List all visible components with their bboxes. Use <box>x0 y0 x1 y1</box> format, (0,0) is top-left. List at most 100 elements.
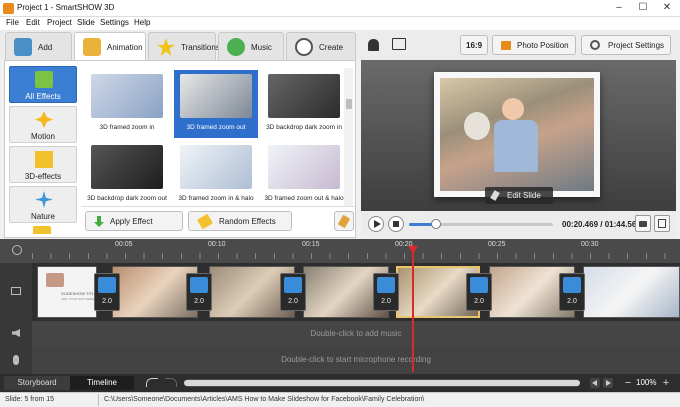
audio-track-hint: Double-click to add music <box>310 329 402 338</box>
audio-track[interactable]: Double-click to add music <box>32 321 680 346</box>
scroll-left-button[interactable] <box>590 378 600 388</box>
transition-icon <box>377 277 395 293</box>
ruler-tick: 00:30 <box>581 241 599 248</box>
fullscreen-button[interactable] <box>654 215 670 232</box>
star-icon <box>157 38 175 56</box>
move-arrows-icon <box>35 111 53 128</box>
snowflake-icon <box>35 191 53 208</box>
menu-file[interactable]: File <box>6 18 19 27</box>
music-note-icon <box>227 38 245 56</box>
tab-animation[interactable]: Animation <box>74 32 146 61</box>
effect-item[interactable]: 3D framed zoom out & halo <box>262 141 346 209</box>
speaker-icon <box>12 329 20 337</box>
mic-track-hint: Double-click to start microphone recordi… <box>281 355 431 364</box>
transition-item[interactable]: 2.0 <box>94 273 120 311</box>
mic-track[interactable]: Double-click to start microphone recordi… <box>32 346 680 374</box>
effects-scrollbar-thumb[interactable] <box>346 99 352 109</box>
effect-item[interactable]: 3D backdrop dark zoom in <box>262 70 346 138</box>
photo-position-button[interactable]: Photo Position <box>492 35 576 55</box>
menu-edit[interactable]: Edit <box>26 18 40 27</box>
status-bar: Slide: 5 from 15 C:\Users\Someone\Docume… <box>0 392 680 407</box>
project-settings-button[interactable]: Project Settings <box>581 35 671 55</box>
category-nature[interactable]: Nature <box>9 186 77 223</box>
minimize-icon[interactable]: – <box>607 1 631 15</box>
brush-button[interactable] <box>334 211 354 231</box>
film-reel-icon <box>295 38 313 56</box>
effect-item[interactable]: 3D framed zoom in <box>85 70 169 138</box>
transition-item[interactable]: 2.0 <box>280 273 306 311</box>
main-toolbar: Add Animation Transitions Music Create 1… <box>0 30 680 61</box>
undo-icon[interactable] <box>146 378 158 387</box>
category-motion[interactable]: Motion <box>9 106 77 143</box>
snapshot-button[interactable] <box>635 215 651 232</box>
play-button[interactable] <box>368 216 384 232</box>
menu-settings[interactable]: Settings <box>100 18 129 27</box>
slides-icon <box>11 287 21 295</box>
pencil-icon <box>490 190 500 201</box>
transition-icon <box>98 277 116 293</box>
more-category-icon[interactable] <box>33 226 51 234</box>
gear-icon <box>590 40 600 50</box>
effect-thumbnail <box>91 145 163 189</box>
menu-help[interactable]: Help <box>134 18 150 27</box>
stop-button[interactable] <box>388 216 404 232</box>
time-readout: 00:20.469 / 01:44.564 <box>562 220 641 229</box>
timeline-ruler: 00:05 00:10 00:15 00:20 00:25 00:30 <box>0 239 680 263</box>
zoom-out-button[interactable]: − <box>622 376 634 390</box>
tab-add[interactable]: Add <box>5 32 72 60</box>
edit-slide-button[interactable]: Edit Slide <box>485 187 553 204</box>
mic-track-header <box>0 346 32 374</box>
tab-music[interactable]: Music <box>218 32 284 60</box>
menu-project[interactable]: Project <box>47 18 72 27</box>
magic-wand-icon <box>197 213 213 230</box>
storyboard-tab[interactable]: Storyboard <box>4 376 70 390</box>
seek-handle[interactable] <box>431 219 442 229</box>
transition-icon <box>190 277 208 293</box>
title-bar: Project 1 - SmartSHOW 3D – ☐ ✕ <box>0 0 680 17</box>
timeline-tab[interactable]: Timeline <box>70 376 134 390</box>
slide-counter: Slide: 5 from 15 <box>5 396 55 403</box>
effect-item[interactable]: 3D framed zoom out <box>174 70 258 138</box>
palette-icon <box>83 38 101 56</box>
playhead-line[interactable] <box>412 245 414 372</box>
project-path: C:\Users\Someone\Documents\Articles\AMS … <box>104 396 425 403</box>
maximize-icon[interactable]: ☐ <box>631 1 655 15</box>
effect-item[interactable]: 3D framed zoom in & halo <box>174 141 258 209</box>
random-effects-button[interactable]: Random Effects <box>188 211 292 231</box>
category-all-effects[interactable]: All Effects <box>9 66 77 103</box>
transition-item[interactable]: 2.0 <box>559 273 585 311</box>
effects-scrollbar[interactable] <box>344 68 353 206</box>
close-icon[interactable]: ✕ <box>655 1 679 15</box>
zoom-level: 100% <box>636 378 657 387</box>
status-divider <box>98 394 99 406</box>
effect-thumbnail <box>268 145 340 189</box>
timeline-scrollbar-thumb[interactable] <box>184 380 580 386</box>
tab-transitions[interactable]: Transitions <box>148 32 220 60</box>
timeline-scrollbar[interactable] <box>184 379 580 387</box>
slide-clip[interactable] <box>583 266 680 318</box>
image-frame-icon[interactable] <box>392 38 406 50</box>
stop-icon <box>393 221 399 227</box>
effects-panel: All Effects Motion 3D-effects Nature 3D … <box>4 60 356 238</box>
redo-icon[interactable] <box>165 378 177 387</box>
category-3d-effects[interactable]: 3D-effects <box>9 146 77 183</box>
apply-effect-button[interactable]: Apply Effect <box>85 211 183 231</box>
fullscreen-icon <box>658 219 666 228</box>
menu-slide[interactable]: Slide <box>77 18 95 27</box>
effect-thumbnail <box>180 145 252 189</box>
scroll-right-button[interactable] <box>603 378 613 388</box>
transition-item[interactable]: 2.0 <box>186 273 212 311</box>
down-arrow-icon <box>94 216 104 227</box>
tab-create[interactable]: Create <box>286 32 356 60</box>
effect-item[interactable]: 3D backdrop dark zoom out <box>85 141 169 209</box>
bell-icon[interactable] <box>368 39 379 51</box>
slide-clip[interactable]: SLIDESHOW TITLE ADD YOUR TEXT HERE <box>37 266 97 318</box>
ruler-tick: 00:25 <box>488 241 506 248</box>
person-shape <box>502 98 524 120</box>
aspect-ratio-button[interactable]: 16:9 <box>460 35 488 55</box>
transition-item[interactable]: 2.0 <box>373 273 399 311</box>
preview-panel: Edit Slide <box>361 60 676 211</box>
transition-item[interactable]: 2.0 <box>466 273 492 311</box>
effect-thumbnail <box>268 74 340 118</box>
zoom-in-button[interactable]: + <box>660 376 672 390</box>
